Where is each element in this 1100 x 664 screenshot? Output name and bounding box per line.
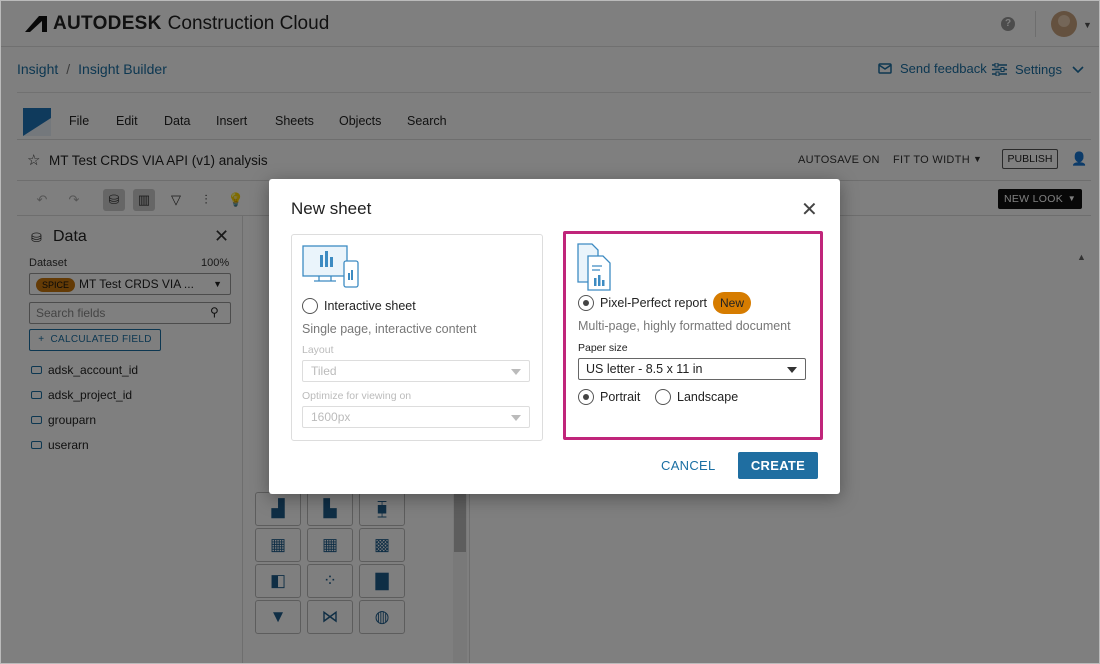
layout-label: Layout — [302, 344, 334, 356]
interactive-dashboard-icon — [302, 245, 359, 288]
optimize-select: 1600px — [302, 406, 530, 428]
window: AUTODESK Construction Cloud ? ▼ Insight/… — [0, 0, 1100, 664]
new-badge: New — [713, 292, 752, 314]
interactive-sheet-desc: Single page, interactive content — [302, 322, 477, 336]
portrait-label: Portrait — [600, 390, 641, 404]
landscape-label: Landscape — [677, 390, 739, 404]
create-button[interactable]: CREATE — [738, 452, 818, 479]
optimize-label: Optimize for viewing on — [302, 390, 412, 402]
interactive-sheet-card[interactable]: Interactive sheet Single page, interacti… — [291, 234, 543, 441]
paper-size-select[interactable]: US letter - 8.5 x 11 in — [578, 358, 806, 380]
layout-select: Tiled — [302, 360, 530, 382]
report-document-icon — [577, 243, 611, 291]
cancel-button[interactable]: CANCEL — [661, 458, 716, 473]
interactive-sheet-radio[interactable] — [302, 298, 318, 314]
dialog-title: New sheet — [291, 199, 372, 218]
pixel-perfect-report-card[interactable]: Pixel-Perfect report New Multi-page, hig… — [563, 231, 823, 440]
pixel-perfect-label: Pixel-Perfect report — [600, 296, 707, 310]
interactive-sheet-label: Interactive sheet — [324, 299, 416, 313]
pixel-perfect-radio[interactable] — [578, 295, 594, 311]
pixel-perfect-desc: Multi-page, highly formatted document — [578, 319, 791, 333]
paper-size-label: Paper size — [578, 342, 628, 354]
new-sheet-dialog: New sheet ✕ Interactive sheet Single pag… — [269, 179, 840, 494]
close-icon[interactable]: ✕ — [801, 197, 818, 222]
portrait-radio[interactable] — [578, 389, 594, 405]
landscape-radio[interactable] — [655, 389, 671, 405]
